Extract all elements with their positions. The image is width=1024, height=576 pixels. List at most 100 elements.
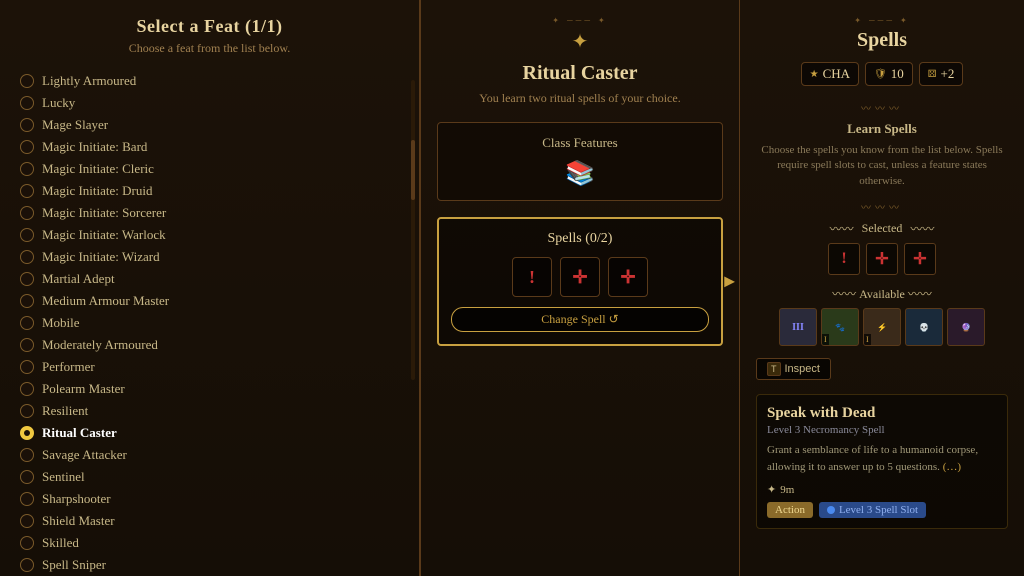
list-item[interactable]: Magic Initiate: Bard (20, 136, 399, 158)
star-icon: ★ (810, 69, 819, 80)
spell-slot-tag: Level 3 Spell Slot (819, 502, 926, 518)
list-item[interactable]: Magic Initiate: Warlock (20, 224, 399, 246)
feat-label: Mobile (42, 315, 80, 331)
list-item[interactable]: Martial Adept (20, 268, 399, 290)
feat-label: Polearm Master (42, 381, 125, 397)
ac-value: 10 (891, 66, 904, 82)
spell-slot-3[interactable]: ✛ (608, 257, 648, 297)
top-decoration: ✦ ─── ✦ (437, 16, 723, 25)
scroll-bar[interactable] (411, 80, 415, 380)
feat-radio-selected (20, 426, 34, 440)
feat-radio (20, 294, 34, 308)
spell-slots-row: ! ✛ ✛ (451, 257, 709, 297)
panel-title: Select a Feat (1/1) (20, 16, 399, 37)
list-item[interactable]: Magic Initiate: Druid (20, 180, 399, 202)
spell-icon-3: ⚡ (877, 323, 887, 332)
list-item[interactable]: Resilient (20, 400, 399, 422)
spell-stats-row: ★ CHA 🛡 10 ⚄ +2 (756, 62, 1008, 86)
feat-radio (20, 74, 34, 88)
feat-label: Magic Initiate: Bard (42, 139, 147, 155)
spell-description: Grant a semblance of life to a humanoid … (767, 442, 997, 475)
list-item[interactable]: Mage Slayer (20, 114, 399, 136)
panel-subtitle: Choose a feat from the list below. (20, 41, 399, 56)
list-item[interactable]: Magic Initiate: Sorcerer (20, 202, 399, 224)
cha-label: CHA (823, 66, 850, 82)
bonus-stat-badge: ⚄ +2 (919, 62, 964, 86)
tag-dot (827, 506, 835, 514)
class-features-icon: 📚 (450, 159, 710, 188)
spell-icon-5: 🔮 (961, 323, 971, 332)
action-tag: Action (767, 502, 813, 518)
cha-stat-badge: ★ CHA (801, 62, 859, 86)
spell-level-3: I (864, 334, 871, 345)
list-item[interactable]: Sharpshooter (20, 488, 399, 510)
change-spell-button[interactable]: Change Spell ↺ (451, 307, 709, 332)
feat-radio (20, 514, 34, 528)
feat-label: Lucky (42, 95, 75, 111)
feat-radio (20, 448, 34, 462)
spells-header: Spells (0/2) (451, 231, 709, 247)
available-spell-1[interactable]: III (779, 308, 817, 346)
arrow-right-icon: ▶ (724, 273, 735, 290)
range-value: 9m (780, 484, 794, 496)
selected-ornament-right: 〰〰 (910, 220, 934, 237)
list-item[interactable]: Moderately Armoured (20, 334, 399, 356)
inspect-label: Inspect (785, 363, 820, 375)
ac-stat-badge: 🛡 10 (865, 62, 913, 86)
spell-slot-2[interactable]: ✛ (560, 257, 600, 297)
feat-label: Resilient (42, 403, 88, 419)
list-item[interactable]: Skilled (20, 532, 399, 554)
feat-radio (20, 140, 34, 154)
learn-spells-text: Choose the spells you know from the list… (756, 143, 1008, 189)
ritual-caster-panel: ✦ ─── ✦ ✦ Ritual Caster You learn two ri… (420, 0, 740, 576)
scroll-thumb[interactable] (411, 140, 415, 200)
selected-spells-row: ! ✛ ✛ (756, 243, 1008, 275)
spell-range: ✦ 9m (767, 483, 997, 496)
list-item[interactable]: Magic Initiate: Wizard (20, 246, 399, 268)
bonus-value: +2 (940, 66, 954, 82)
spell-icon-4: 💀 (919, 323, 929, 332)
available-ornament-right: 〰〰 (908, 287, 932, 301)
range-icon: ✦ (767, 483, 776, 496)
spell-icon-2: 🐾 (835, 323, 845, 332)
feat-label: Skilled (42, 535, 79, 551)
key-hint-icon: T (767, 362, 781, 376)
feat-radio (20, 250, 34, 264)
list-item[interactable]: Mobile (20, 312, 399, 334)
selected-slot-1[interactable]: ! (828, 243, 860, 275)
list-item[interactable]: Shield Master (20, 510, 399, 532)
learn-spells-header: Learn Spells (756, 121, 1008, 137)
inspect-button[interactable]: T Inspect (756, 358, 831, 380)
list-item[interactable]: Performer (20, 356, 399, 378)
spells-panel-title: Spells (756, 29, 1008, 52)
feat-radio (20, 118, 34, 132)
selected-label: Selected (862, 221, 903, 236)
available-spell-2[interactable]: 🐾 I (821, 308, 859, 346)
list-item[interactable]: Magic Initiate: Cleric (20, 158, 399, 180)
selected-slot-3[interactable]: ✛ (904, 243, 936, 275)
spells-box: Spells (0/2) ! ✛ ✛ Change Spell ↺ (437, 217, 723, 346)
feat-radio (20, 404, 34, 418)
list-item[interactable]: Spell Sniper (20, 554, 399, 576)
feat-label: Ritual Caster (42, 425, 117, 441)
feat-radio (20, 338, 34, 352)
available-spell-3[interactable]: ⚡ I (863, 308, 901, 346)
selected-slot-2[interactable]: ✛ (866, 243, 898, 275)
spells-panel: ✦ ─── ✦ Spells ★ CHA 🛡 10 ⚄ +2 〰〰〰 Learn… (740, 0, 1024, 576)
list-item[interactable]: Lucky (20, 92, 399, 114)
available-spell-5[interactable]: 🔮 (947, 308, 985, 346)
list-item[interactable]: Sentinel (20, 466, 399, 488)
list-item[interactable]: Lightly Armoured (20, 70, 399, 92)
available-spell-4[interactable]: 💀 (905, 308, 943, 346)
feat-label: Magic Initiate: Warlock (42, 227, 166, 243)
list-item[interactable]: Polearm Master (20, 378, 399, 400)
list-item[interactable]: Savage Attacker (20, 444, 399, 466)
read-more[interactable]: (…) (943, 461, 961, 473)
list-item[interactable]: Ritual Caster (20, 422, 399, 444)
top-decoration-right: ✦ ─── ✦ (756, 16, 1008, 25)
spell-slot-1[interactable]: ! (512, 257, 552, 297)
available-text: Available (859, 287, 905, 301)
feat-radio (20, 162, 34, 176)
feat-label: Magic Initiate: Wizard (42, 249, 160, 265)
list-item[interactable]: Medium Armour Master (20, 290, 399, 312)
